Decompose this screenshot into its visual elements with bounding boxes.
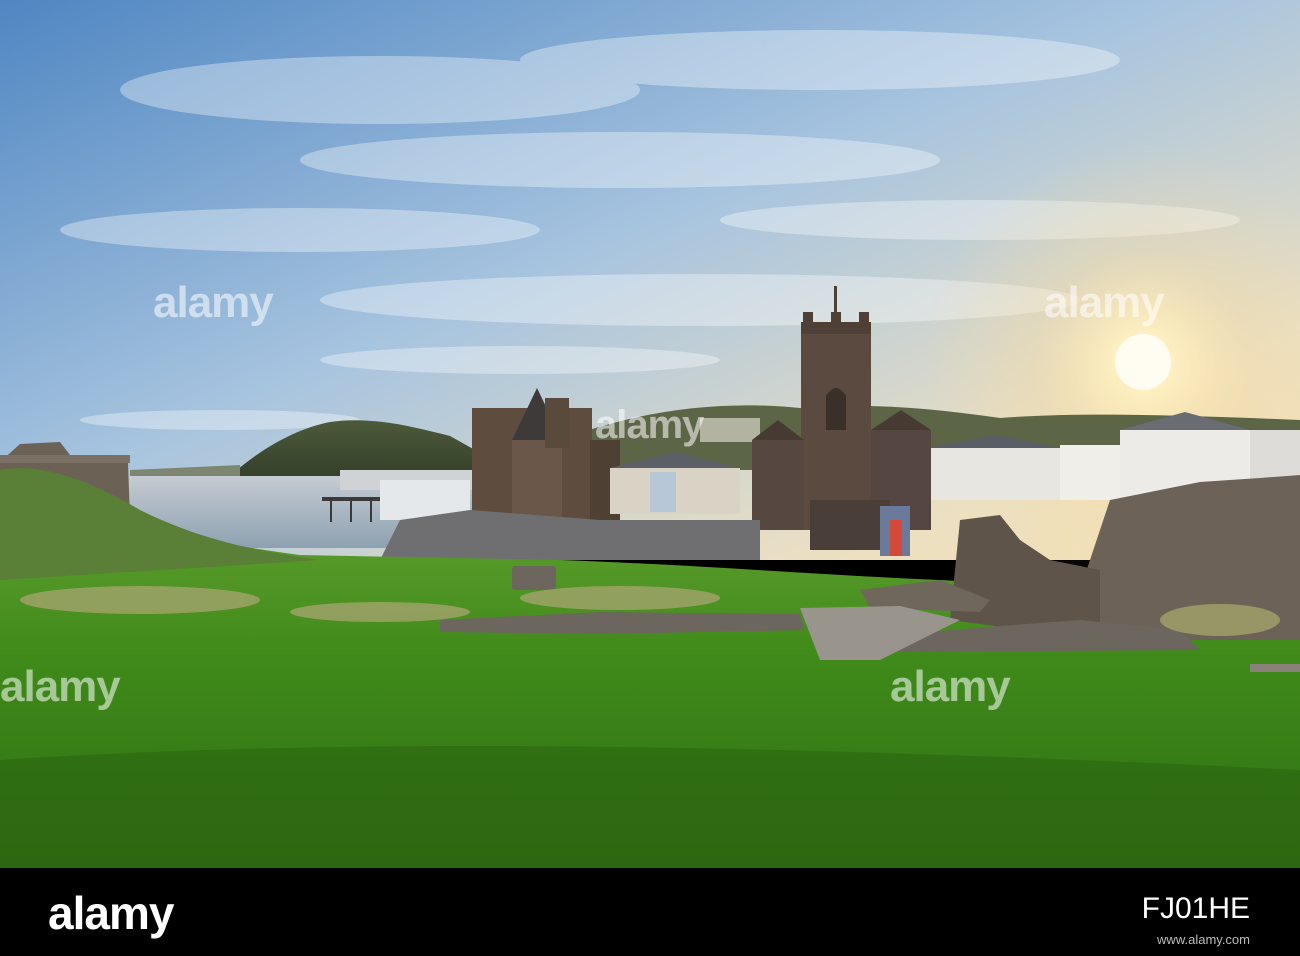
watermark: alamy (890, 662, 1011, 711)
site-url: www.alamy.com (1157, 932, 1250, 947)
watermark: alamy (1044, 278, 1165, 327)
alamy-logo: alamy (48, 887, 174, 939)
watermark: alamy (153, 278, 274, 327)
stock-footer-bar: alamy FJ01HE www.alamy.com (0, 868, 1300, 956)
image-id: FJ01HE (1141, 892, 1250, 925)
stock-photo-frame: alamy alamy alamy alamy alamy alamy FJ01… (0, 0, 1300, 956)
watermark: alamy (0, 662, 121, 711)
watermark: alamy (595, 403, 704, 447)
sun (1115, 334, 1171, 390)
foreground-shadow (0, 746, 1300, 868)
